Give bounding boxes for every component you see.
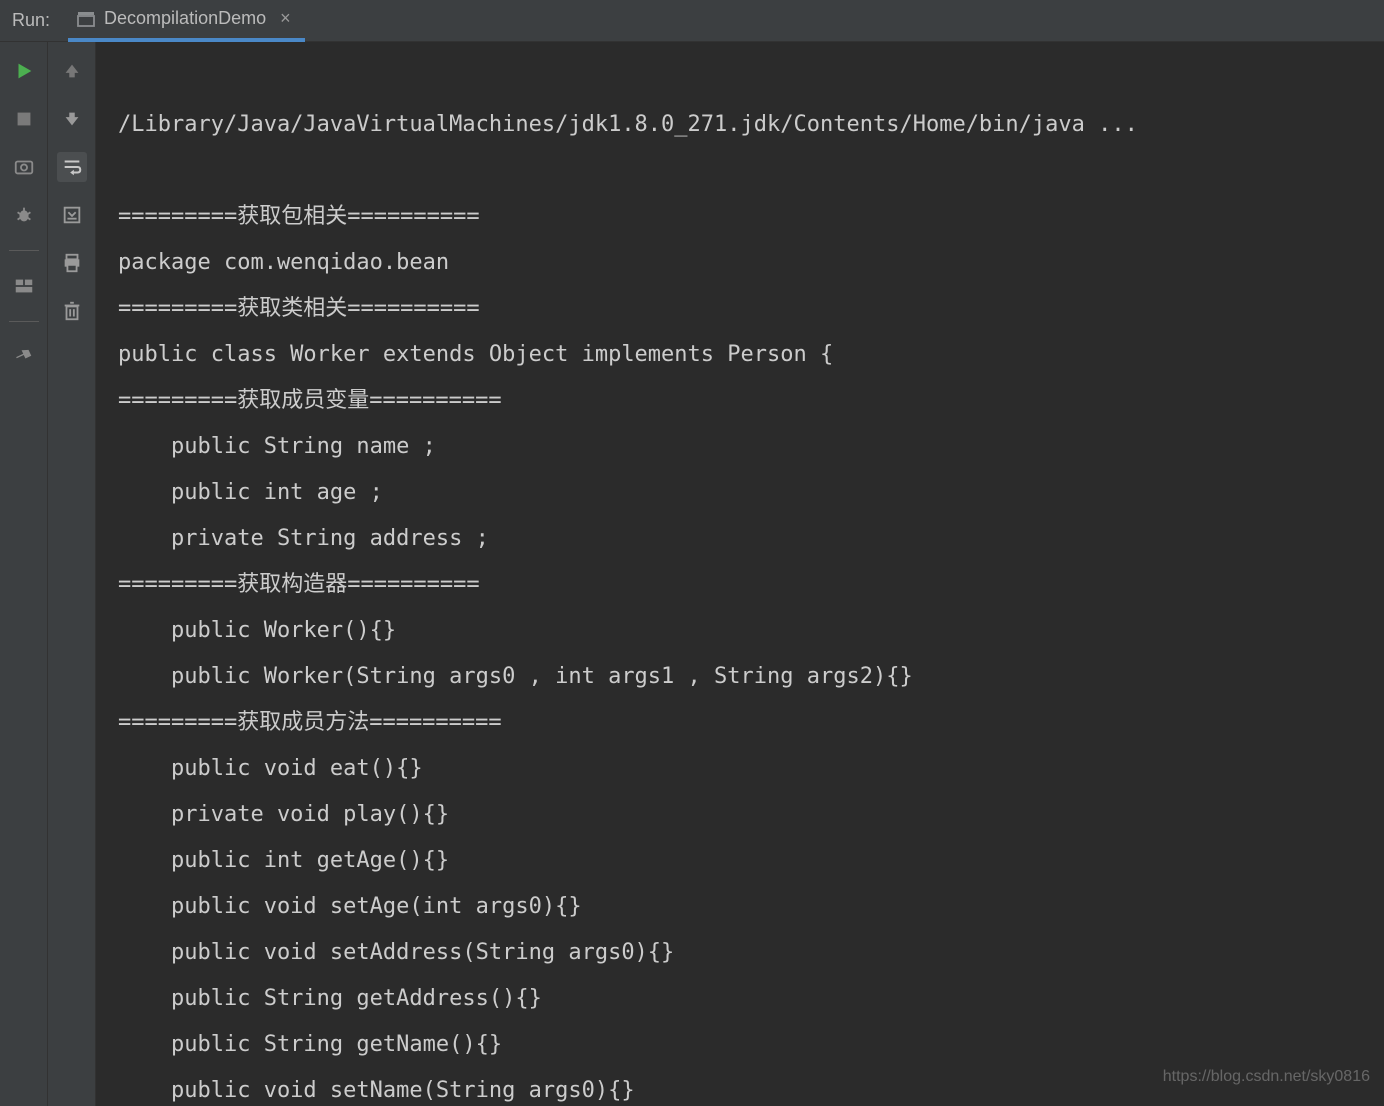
console-lines: =========获取包相关========== package com.wen… (118, 204, 913, 1103)
tab-title: DecompilationDemo (104, 8, 266, 29)
run-label: Run: (12, 10, 50, 31)
application-icon (76, 9, 96, 29)
run-tab[interactable]: DecompilationDemo × (68, 0, 305, 42)
close-icon[interactable]: × (280, 8, 291, 29)
watermark: https://blog.csdn.net/sky0816 (1163, 1054, 1370, 1100)
stop-button[interactable] (9, 104, 39, 134)
separator (9, 321, 39, 322)
run-toolbar-primary (0, 42, 48, 1106)
debug-button[interactable] (9, 200, 39, 230)
clear-all-button[interactable] (57, 296, 87, 326)
dump-threads-button[interactable] (9, 152, 39, 182)
run-toolbar-secondary (48, 42, 96, 1106)
layout-button[interactable] (9, 271, 39, 301)
pin-button[interactable] (9, 342, 39, 372)
scroll-to-end-button[interactable] (57, 200, 87, 230)
soft-wrap-button[interactable] (57, 152, 87, 182)
run-tool-header: Run: DecompilationDemo × (0, 0, 1384, 42)
rerun-button[interactable] (9, 56, 39, 86)
print-button[interactable] (57, 248, 87, 278)
down-stack-button[interactable] (57, 104, 87, 134)
up-stack-button[interactable] (57, 56, 87, 86)
command-line: /Library/Java/JavaVirtualMachines/jdk1.8… (118, 112, 1138, 137)
console-output[interactable]: /Library/Java/JavaVirtualMachines/jdk1.8… (96, 42, 1384, 1106)
separator (9, 250, 39, 251)
